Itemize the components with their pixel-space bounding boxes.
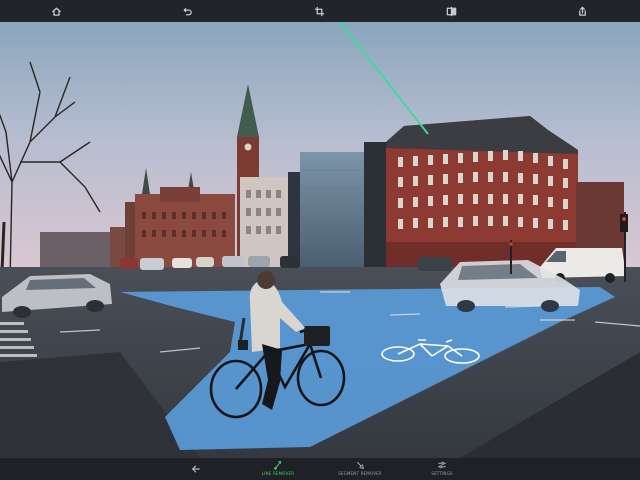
glass-building bbox=[300, 152, 368, 267]
home-button[interactable] bbox=[48, 3, 64, 19]
undo-button[interactable] bbox=[179, 3, 195, 19]
crop-icon bbox=[314, 6, 324, 16]
share-button[interactable] bbox=[574, 3, 590, 19]
undo-icon bbox=[183, 7, 192, 15]
tool-label: SETTINGS bbox=[431, 471, 453, 476]
tool-settings[interactable]: SETTINGS bbox=[407, 460, 477, 480]
home-icon bbox=[51, 7, 61, 16]
bottom-toolbar: LINE REMOVER SEGMENT REMOVER SETTINGS bbox=[0, 458, 640, 480]
back-button[interactable] bbox=[189, 462, 203, 476]
street-photo[interactable] bbox=[0, 22, 640, 458]
segment-remover-icon bbox=[356, 461, 365, 470]
crop-button[interactable] bbox=[311, 3, 327, 19]
line-remover-icon bbox=[274, 461, 282, 470]
tool-label: SEGMENT REMOVER bbox=[338, 471, 382, 476]
photo-editor-app: LINE REMOVER SEGMENT REMOVER SETTINGS bbox=[0, 0, 640, 480]
photo-canvas[interactable] bbox=[0, 22, 640, 458]
share-icon bbox=[578, 6, 586, 16]
top-toolbar bbox=[0, 0, 640, 22]
tool-line-remover[interactable]: LINE REMOVER bbox=[243, 460, 313, 480]
compare-icon bbox=[446, 6, 456, 16]
tool-segment-remover[interactable]: SEGMENT REMOVER bbox=[325, 460, 395, 480]
back-arrow-icon bbox=[191, 465, 200, 473]
compare-button[interactable] bbox=[443, 3, 459, 19]
tool-label: LINE REMOVER bbox=[261, 471, 295, 476]
settings-icon bbox=[438, 461, 446, 469]
